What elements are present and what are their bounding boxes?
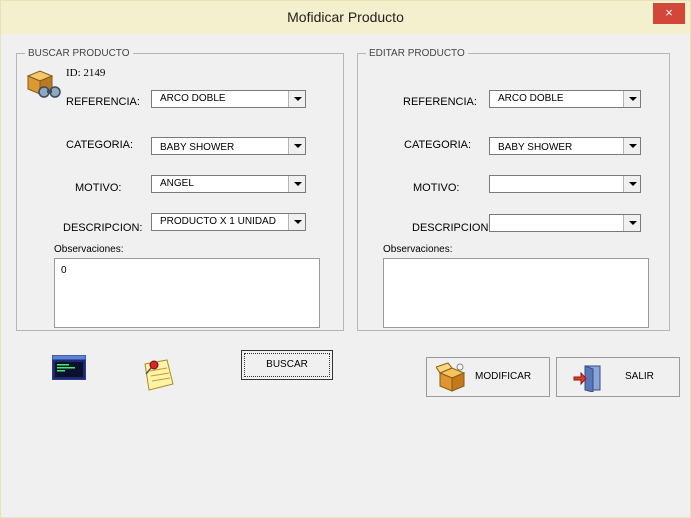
exit-door-icon xyxy=(573,365,601,392)
buscar-referencia-value: ARCO DOBLE xyxy=(160,93,226,104)
chevron-down-icon[interactable] xyxy=(623,138,640,154)
chevron-down-icon[interactable] xyxy=(288,214,305,230)
product-id-label: ID: 2149 xyxy=(66,67,106,79)
editar-referencia-label: REFERENCIA: xyxy=(403,96,477,108)
buscar-motivo-label: MOTIVO: xyxy=(75,182,122,194)
editar-observaciones-label: Observaciones: xyxy=(383,244,453,255)
salir-button[interactable]: SALIR xyxy=(556,357,680,397)
buscar-descripcion-label: DESCRIPCION: xyxy=(63,222,143,234)
editar-descripcion-label: DESCRIPCION: xyxy=(412,222,492,234)
editar-categoria-label: CATEGORIA: xyxy=(404,139,472,151)
chevron-down-icon[interactable] xyxy=(288,138,305,154)
buscar-referencia-label: REFERENCIA: xyxy=(66,96,140,108)
editar-frame-legend: EDITAR PRODUCTO xyxy=(369,48,465,59)
editar-referencia-combo[interactable]: ARCO DOBLE xyxy=(489,90,641,108)
buscar-referencia-combo[interactable]: ARCO DOBLE xyxy=(151,90,306,108)
chevron-down-icon[interactable] xyxy=(623,176,640,192)
box-open-icon xyxy=(436,362,466,392)
editar-motivo-combo[interactable] xyxy=(489,175,641,193)
chevron-down-icon[interactable] xyxy=(623,91,640,107)
buscar-categoria-combo[interactable]: BABY SHOWER xyxy=(151,137,306,155)
buscar-observaciones-value: 0 xyxy=(61,265,67,276)
chevron-down-icon[interactable] xyxy=(623,215,640,231)
salir-button-label: SALIR xyxy=(625,371,654,382)
buscar-motivo-value: ANGEL xyxy=(160,178,194,189)
buscar-frame-legend: BUSCAR PRODUCTO xyxy=(28,48,130,59)
editar-motivo-label: MOTIVO: xyxy=(413,182,460,194)
buscar-categoria-value: BABY SHOWER xyxy=(160,142,235,153)
buscar-button[interactable]: BUSCAR xyxy=(241,350,333,380)
buscar-observaciones-label: Observaciones: xyxy=(54,244,124,255)
editar-descripcion-combo[interactable] xyxy=(489,214,641,232)
package-search-icon xyxy=(26,70,61,98)
editar-categoria-combo[interactable]: BABY SHOWER xyxy=(489,137,641,155)
notepad-pin-icon[interactable] xyxy=(137,356,177,392)
editar-referencia-value: ARCO DOBLE xyxy=(498,93,564,104)
buscar-descripcion-value: PRODUCTO X 1 UNIDAD xyxy=(160,216,276,227)
title-bar[interactable]: Mofidicar Producto × xyxy=(1,1,690,34)
close-button[interactable]: × xyxy=(653,3,685,24)
buscar-motivo-combo[interactable]: ANGEL xyxy=(151,175,306,193)
editar-observaciones-field[interactable] xyxy=(383,258,649,328)
chevron-down-icon[interactable] xyxy=(288,91,305,107)
buscar-descripcion-combo[interactable]: PRODUCTO X 1 UNIDAD xyxy=(151,213,306,231)
buscar-categoria-label: CATEGORIA: xyxy=(66,139,134,151)
modificar-button[interactable]: MODIFICAR xyxy=(426,357,550,397)
modificar-button-label: MODIFICAR xyxy=(475,371,532,382)
editar-categoria-value: BABY SHOWER xyxy=(498,142,573,153)
window-title: Mofidicar Producto xyxy=(287,9,404,25)
chevron-down-icon[interactable] xyxy=(288,176,305,192)
terminal-icon[interactable] xyxy=(52,355,86,380)
buscar-observaciones-field[interactable]: 0 xyxy=(54,258,320,328)
